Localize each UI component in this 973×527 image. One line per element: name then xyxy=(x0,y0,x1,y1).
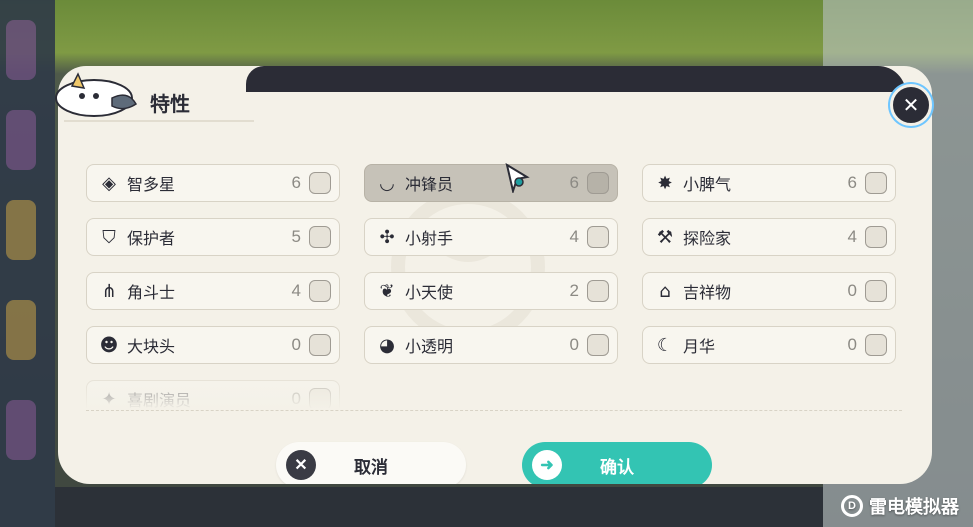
trait-checkbox[interactable] xyxy=(865,280,887,302)
trait-checkbox[interactable] xyxy=(587,226,609,248)
list-divider xyxy=(86,410,902,411)
confirm-button[interactable]: ➜ 确认 xyxy=(522,442,712,484)
moon-swirl-icon: ☾ xyxy=(656,334,674,356)
trait-name: 智多星 xyxy=(127,177,176,194)
brute-face-icon: ☻ xyxy=(99,334,119,356)
trait-count: 6 xyxy=(291,173,301,192)
watermark-text: 雷电模拟器 xyxy=(869,497,959,517)
trait-name: 角斗士 xyxy=(127,285,176,302)
trait-name: 探险家 xyxy=(683,231,732,248)
arrow-right-icon: ➜ xyxy=(532,450,562,480)
trait-name: 小脾气 xyxy=(683,177,732,194)
traits-list[interactable]: ◈ 智多星 6 ◡ 冲锋员 6 ✸ 小脾气 6 ⛉ 保护者 5 ✣ 小射手 4 ⚒ 探险家 4 ⋔ 角斗士 4 ❦ 小天使 2… xyxy=(86,164,898,408)
trait-count: 4 xyxy=(291,281,301,300)
trait-count: 0 xyxy=(847,281,857,300)
trait-card[interactable]: ◕ 小透明 0 xyxy=(364,326,618,364)
traits-dialog: ◈ 智多星 6 ◡ 冲锋员 6 ✸ 小脾气 6 ⛉ 保护者 5 ✣ 小射手 4 ⚒ 探险家 4 ⋔ 角斗士 4 ❦ 小天使 2… xyxy=(55,66,932,484)
trait-name: 小天使 xyxy=(405,285,454,302)
trait-card[interactable]: ◡ 冲锋员 6 xyxy=(364,164,618,202)
trait-count: 0 xyxy=(847,335,857,354)
trait-name: 保护者 xyxy=(127,231,176,248)
trait-card[interactable]: ⚒ 探险家 4 xyxy=(642,218,896,256)
trait-name: 大块头 xyxy=(127,339,176,356)
trait-card[interactable]: ⌂ 吉祥物 0 xyxy=(642,272,896,310)
trait-count: 4 xyxy=(847,227,857,246)
title-underline xyxy=(64,120,254,122)
cancel-button[interactable]: ✕ 取消 xyxy=(276,442,466,484)
trait-count: 0 xyxy=(291,335,301,354)
trait-name: 冲锋员 xyxy=(405,177,454,194)
confirm-label: 确认 xyxy=(600,457,634,477)
trait-checkbox[interactable] xyxy=(587,172,609,194)
trait-count: 5 xyxy=(291,227,301,246)
cancel-label: 取消 xyxy=(354,457,388,477)
dialog-body: ◈ 智多星 6 ◡ 冲锋员 6 ✸ 小脾气 6 ⛉ 保护者 5 ✣ 小射手 4 ⚒ 探险家 4 ⋔ 角斗士 4 ❦ 小天使 2… xyxy=(58,92,932,484)
dialog-title: 特性 xyxy=(150,94,190,116)
trait-checkbox[interactable] xyxy=(865,172,887,194)
trait-name: 小透明 xyxy=(405,339,454,356)
trait-count: 2 xyxy=(569,281,579,300)
trait-checkbox[interactable] xyxy=(309,226,331,248)
close-button[interactable]: ✕ xyxy=(890,84,932,126)
trait-name: 小射手 xyxy=(405,231,454,248)
trait-checkbox[interactable] xyxy=(309,334,331,356)
owl-mask-icon: ◈ xyxy=(102,172,116,194)
trait-checkbox[interactable] xyxy=(309,280,331,302)
trait-checkbox[interactable] xyxy=(587,280,609,302)
trait-checkbox[interactable] xyxy=(587,334,609,356)
trait-card[interactable]: ✣ 小射手 4 xyxy=(364,218,618,256)
shield-icon: ⛉ xyxy=(102,226,116,248)
trait-card[interactable]: ◈ 智多星 6 xyxy=(86,164,340,202)
trait-checkbox[interactable] xyxy=(865,334,887,356)
ghost-eye-icon: ◕ xyxy=(379,334,395,356)
trait-count: 6 xyxy=(847,173,857,192)
trait-count: 4 xyxy=(569,227,579,246)
claw-icon: ⋔ xyxy=(101,280,117,302)
close-circle-icon: ✕ xyxy=(286,450,316,480)
trait-name: 吉祥物 xyxy=(683,285,732,302)
mascot-icon xyxy=(55,72,137,117)
trait-checkbox[interactable] xyxy=(865,226,887,248)
pointer-cursor-icon xyxy=(505,163,530,193)
angry-badge-icon: ✸ xyxy=(657,172,673,194)
trait-card[interactable]: ⋔ 角斗士 4 xyxy=(86,272,340,310)
bottom-bar-blur xyxy=(55,487,823,527)
trait-checkbox[interactable] xyxy=(309,172,331,194)
trait-card[interactable]: ☻ 大块头 0 xyxy=(86,326,340,364)
lantern-icon: ⌂ xyxy=(659,280,671,302)
list-fade xyxy=(86,384,386,410)
trait-card[interactable]: ✸ 小脾气 6 xyxy=(642,164,896,202)
emulator-watermark: D 雷电模拟器 xyxy=(841,493,959,519)
close-icon: ✕ xyxy=(902,93,920,117)
hammer-icon: ⚒ xyxy=(656,226,674,248)
trait-card[interactable]: ⛉ 保护者 5 xyxy=(86,218,340,256)
trait-count: 0 xyxy=(569,335,579,354)
crossbow-icon: ✣ xyxy=(379,226,395,248)
left-sidebar-blur xyxy=(0,0,55,527)
trait-card[interactable]: ☾ 月华 0 xyxy=(642,326,896,364)
trait-card[interactable]: ❦ 小天使 2 xyxy=(364,272,618,310)
charge-wave-icon: ◡ xyxy=(379,172,395,194)
wings-icon: ❦ xyxy=(379,280,395,302)
trait-name: 月华 xyxy=(683,339,716,356)
emulator-logo-icon: D xyxy=(841,495,863,517)
trait-count: 6 xyxy=(569,173,579,192)
